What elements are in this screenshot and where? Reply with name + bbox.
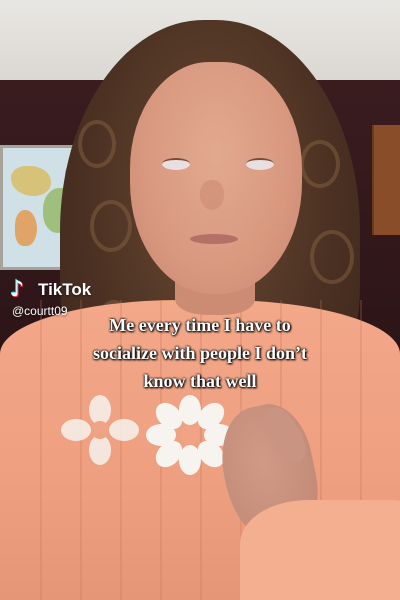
flower-print-small bbox=[61, 395, 139, 465]
person-nose bbox=[200, 180, 224, 210]
tiktok-logo-text: TikTok bbox=[38, 280, 92, 299]
right-eye bbox=[246, 158, 274, 170]
caption-line: socialize with people I don’t bbox=[93, 343, 307, 363]
tiktok-watermark: ♪ ♪ ♪ TikTok bbox=[9, 276, 92, 303]
tiktok-note-icon: ♪ ♪ ♪ bbox=[9, 276, 26, 303]
caption-line: know that well bbox=[143, 371, 257, 391]
video-caption: Me every time I have to socialize with p… bbox=[20, 311, 380, 395]
video-frame[interactable]: ♪ ♪ ♪ TikTok @courtt09 Me every time I h… bbox=[0, 0, 400, 600]
person-face bbox=[130, 62, 302, 294]
flower-print-large bbox=[146, 395, 234, 475]
caption-line: Me every time I have to bbox=[109, 315, 291, 335]
wooden-cabinet bbox=[372, 125, 400, 235]
left-eye bbox=[162, 158, 190, 170]
sweater-sleeve bbox=[240, 500, 400, 600]
person-mouth bbox=[190, 234, 238, 244]
